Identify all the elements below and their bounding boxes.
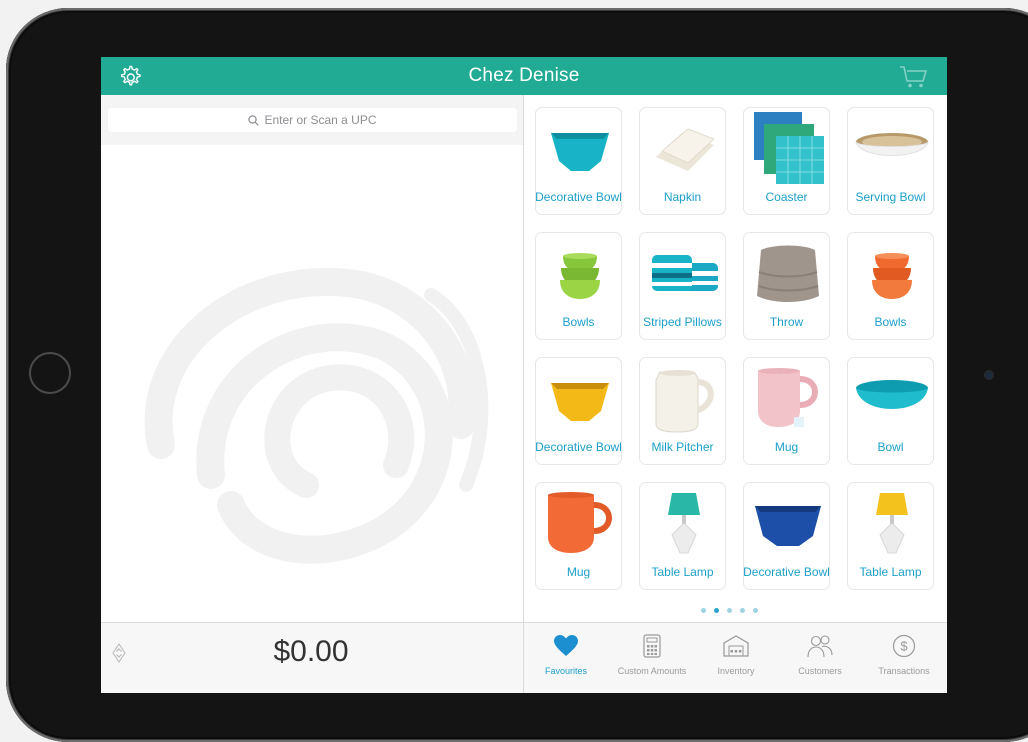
page-dot[interactable] bbox=[701, 608, 706, 613]
teal-bowl-icon bbox=[855, 380, 928, 409]
product-tile[interactable]: Throw bbox=[743, 232, 830, 340]
page-dot-current[interactable] bbox=[714, 608, 719, 613]
product-tile[interactable]: Bowls bbox=[535, 232, 622, 340]
yellow-table-lamp-icon bbox=[875, 493, 908, 554]
product-tile[interactable]: Table Lamp bbox=[639, 482, 726, 590]
striped-pillows-icon bbox=[651, 255, 718, 291]
orange-mug-icon bbox=[547, 492, 612, 553]
swirl-logo-icon bbox=[144, 267, 489, 564]
blue-hexagon-bowl-icon bbox=[754, 506, 821, 546]
milk-pitcher-icon bbox=[655, 370, 714, 433]
search-input[interactable]: Enter or Scan a UPC bbox=[108, 108, 517, 132]
cart-icon[interactable] bbox=[899, 65, 929, 89]
page-indicator[interactable] bbox=[701, 608, 758, 616]
dollar-circle-icon: $ bbox=[892, 634, 916, 658]
tab-favourites[interactable]: Favourites bbox=[524, 633, 608, 689]
svg-text:$: $ bbox=[900, 639, 908, 654]
search-icon bbox=[248, 114, 260, 126]
tab-transactions[interactable]: $ Transactions bbox=[862, 633, 946, 689]
product-tile[interactable]: Decorative Bowl bbox=[535, 107, 622, 215]
product-grid: Decorative Bowl Napkin Coaster Serving B… bbox=[535, 107, 935, 590]
page-dot[interactable] bbox=[727, 608, 732, 613]
search-placeholder: Enter or Scan a UPC bbox=[264, 113, 377, 127]
top-bar: Chez Denise bbox=[101, 57, 947, 95]
calculator-icon bbox=[643, 634, 661, 658]
product-tile[interactable]: Mug bbox=[535, 482, 622, 590]
order-pane: Enter or Scan a UPC bbox=[101, 95, 523, 621]
yellow-hexagon-bowl-icon bbox=[550, 383, 609, 421]
app-screen: Chez Denise Enter or Scan a UPC Decorati… bbox=[101, 57, 947, 693]
teal-table-lamp-icon bbox=[667, 493, 700, 554]
product-tile[interactable]: Napkin bbox=[639, 107, 726, 215]
pane-divider bbox=[523, 95, 524, 693]
people-icon bbox=[807, 635, 833, 658]
product-tile[interactable]: Bowl bbox=[847, 357, 934, 465]
white-serving-bowl-icon bbox=[854, 133, 929, 156]
teal-hexagon-bowl-icon bbox=[550, 133, 609, 171]
product-tile[interactable]: Decorative Bowl bbox=[743, 482, 830, 590]
green-bowl-stack-icon bbox=[559, 253, 600, 299]
product-tile[interactable]: Striped Pillows bbox=[639, 232, 726, 340]
tab-custom-amounts[interactable]: Custom Amounts bbox=[610, 633, 694, 689]
product-tile[interactable]: Table Lamp bbox=[847, 482, 934, 590]
home-button[interactable] bbox=[29, 352, 71, 394]
warehouse-icon bbox=[723, 635, 749, 657]
expand-stepper-icon[interactable] bbox=[112, 643, 126, 663]
product-tile[interactable]: Milk Pitcher bbox=[639, 357, 726, 465]
knit-throw-icon bbox=[756, 245, 819, 302]
product-tile[interactable]: Mug bbox=[743, 357, 830, 465]
tab-inventory[interactable]: Inventory bbox=[694, 633, 778, 689]
order-total: $0.00 bbox=[273, 635, 349, 668]
page-dot[interactable] bbox=[753, 608, 758, 613]
store-title: Chez Denise bbox=[468, 65, 580, 86]
stacked-coasters-icon bbox=[753, 112, 824, 184]
page-dot[interactable] bbox=[740, 608, 745, 613]
product-tile[interactable]: Coaster bbox=[743, 107, 830, 215]
tab-bar: Favourites Custom Amounts Inventory Cust… bbox=[524, 622, 947, 693]
orange-bowl-stack-icon bbox=[871, 253, 912, 299]
folded-napkin-icon bbox=[655, 128, 715, 171]
product-tile[interactable]: Bowls bbox=[847, 232, 934, 340]
tab-customers[interactable]: Customers bbox=[778, 633, 862, 689]
camera-icon bbox=[985, 371, 993, 379]
search-bar: Enter or Scan a UPC bbox=[101, 95, 523, 145]
order-total-bar: $0.00 bbox=[101, 622, 523, 693]
pink-mug-icon bbox=[757, 368, 818, 427]
product-tile[interactable]: Serving Bowl bbox=[847, 107, 934, 215]
heart-icon bbox=[554, 635, 578, 656]
product-tile[interactable]: Decorative Bowl bbox=[535, 357, 622, 465]
